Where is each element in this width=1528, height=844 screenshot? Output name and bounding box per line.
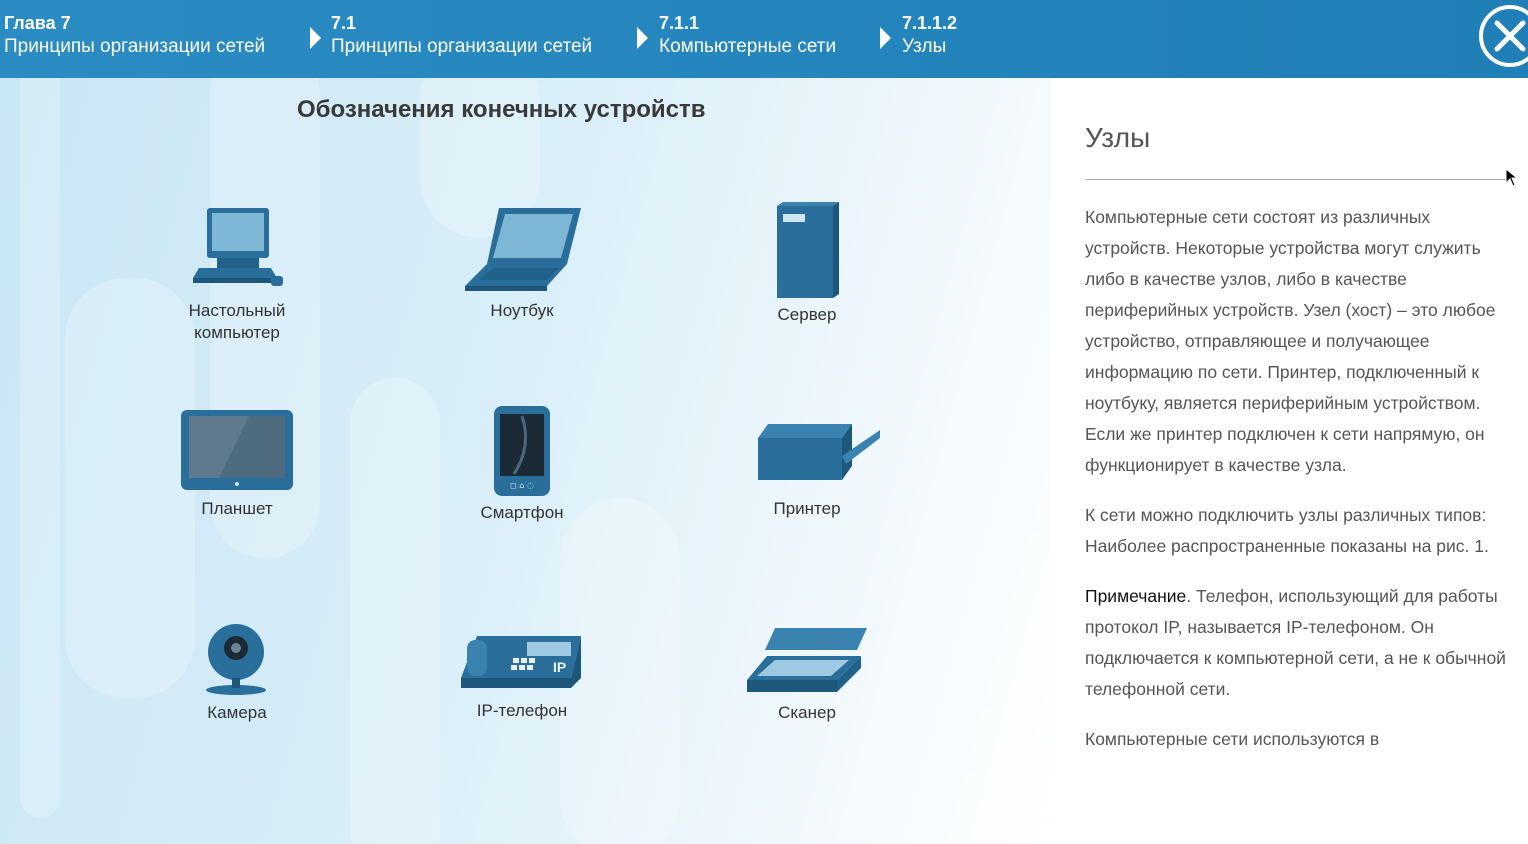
close-button[interactable] bbox=[1479, 5, 1528, 67]
device-printer: Принтер bbox=[707, 416, 907, 520]
device-label: Сервер bbox=[777, 305, 837, 324]
paragraph: Компьютерные сети используются в bbox=[1085, 729, 1380, 749]
paragraph-text: К сети можно подключить узлы различных т… bbox=[1085, 505, 1489, 556]
breadcrumb-separator-icon bbox=[880, 27, 891, 49]
figure-title: Обозначения конечных устройств bbox=[297, 96, 706, 123]
device-camera: Камера bbox=[137, 618, 337, 724]
server-icon bbox=[777, 202, 839, 298]
panel-body: Компьютерные сети состоят из различных у… bbox=[1085, 202, 1515, 774]
breadcrumb-number: Глава 7 bbox=[4, 13, 71, 33]
breadcrumb-title: Принципы организации сетей bbox=[4, 36, 266, 57]
device-label: Сканер bbox=[778, 703, 836, 722]
figure-end-devices: Обозначения конечных устройств Настольны… bbox=[0, 78, 1050, 844]
device-label: Камера bbox=[207, 703, 267, 722]
top-navigation-bar: Глава 7 Принципы организации сетей 7.1 П… bbox=[0, 0, 1528, 78]
breadcrumb-number: 7.1.1 bbox=[659, 13, 700, 33]
breadcrumb-title: Принципы организации сетей bbox=[331, 36, 593, 57]
panel-heading: Узлы bbox=[1085, 122, 1151, 153]
device-tablet: Планшет bbox=[137, 406, 337, 520]
paragraph: К сети можно подключить узлы различных т… bbox=[1085, 500, 1515, 562]
background-stripe bbox=[20, 78, 60, 818]
device-scanner: Сканер bbox=[707, 624, 907, 724]
breadcrumb-chapter[interactable]: Глава 7 Принципы организации сетей bbox=[4, 12, 265, 60]
ip-phone-icon: IP bbox=[461, 636, 581, 688]
ip-label: IP bbox=[553, 659, 566, 675]
breadcrumb-subsection[interactable]: 7.1.1 Компьютерные сети bbox=[659, 12, 836, 60]
device-label: IP-телефон bbox=[476, 701, 568, 720]
breadcrumb-separator-icon bbox=[637, 27, 648, 49]
breadcrumb-title: Компьютерные сети bbox=[659, 36, 837, 57]
device-laptop: Ноутбук bbox=[422, 206, 622, 322]
device-label: Настольный bbox=[188, 301, 286, 320]
breadcrumb-number: 7.1.1.2 bbox=[902, 13, 958, 33]
paragraph-note: Примечание. Телефон, использующий для ра… bbox=[1085, 581, 1515, 705]
camera-icon bbox=[206, 624, 266, 695]
device-desktop: Настольный компьютер bbox=[137, 206, 337, 344]
note-label: Примечание bbox=[1085, 586, 1187, 606]
breadcrumb-number: 7.1 bbox=[331, 13, 357, 33]
laptop-icon bbox=[465, 208, 581, 291]
breadcrumb-title: Узлы bbox=[902, 36, 947, 57]
mouse-cursor-icon bbox=[1505, 168, 1519, 187]
paragraph: Компьютерные сети состоят из различных у… bbox=[1085, 207, 1496, 475]
desktop-icon bbox=[193, 208, 283, 286]
device-smartphone: ◻ ⌂ ◌ Смартфон bbox=[422, 406, 622, 524]
tablet-icon bbox=[181, 410, 293, 490]
svg-text:◻ ⌂ ◌: ◻ ⌂ ◌ bbox=[510, 481, 534, 490]
device-label: Ноутбук bbox=[490, 301, 554, 320]
device-ip-phone: IP IP-телефон bbox=[422, 626, 622, 722]
device-label: Планшет bbox=[201, 499, 273, 518]
printer-icon bbox=[758, 424, 880, 480]
breadcrumb-section[interactable]: 7.1 Принципы организации сетей bbox=[331, 12, 592, 60]
scanner-icon bbox=[747, 628, 867, 692]
device-label: Принтер bbox=[773, 499, 841, 518]
device-server: Сервер bbox=[707, 200, 907, 326]
breadcrumb-separator-icon bbox=[310, 27, 321, 49]
device-label: компьютер bbox=[194, 323, 280, 342]
close-icon bbox=[1494, 20, 1526, 52]
heading-divider bbox=[1085, 179, 1510, 180]
breadcrumb-topic[interactable]: 7.1.1.2 Узлы bbox=[902, 12, 957, 60]
smartphone-icon: ◻ ⌂ ◌ bbox=[494, 406, 550, 496]
text-panel: Узлы Компьютерные сети состоят из различ… bbox=[1050, 78, 1528, 844]
device-label: Смартфон bbox=[480, 503, 564, 522]
